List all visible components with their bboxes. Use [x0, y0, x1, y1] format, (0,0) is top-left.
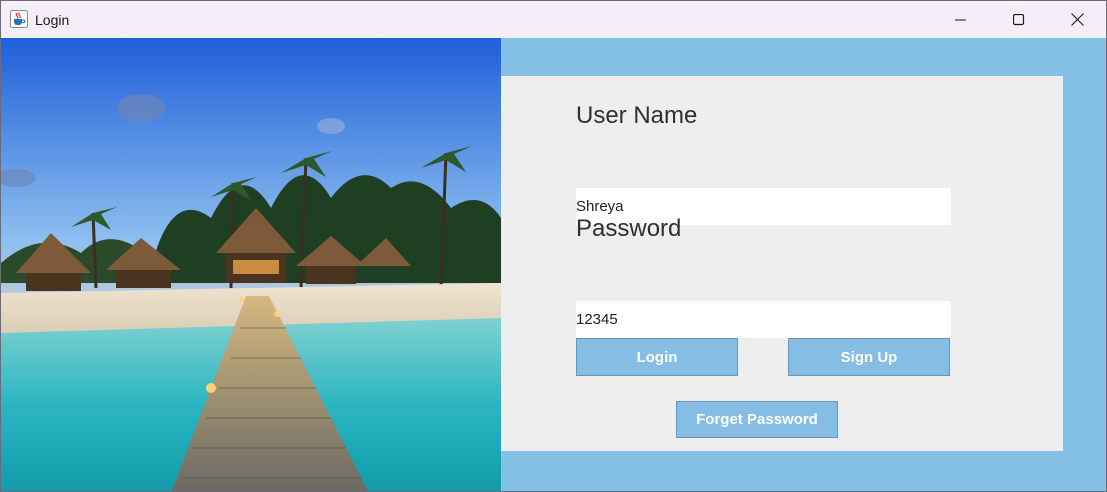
maximize-icon	[1013, 13, 1025, 25]
minimize-icon	[955, 19, 966, 20]
close-button[interactable]	[1048, 1, 1106, 38]
login-window: Login User Name Shreya Password 12345 Lo…	[0, 0, 1107, 492]
login-form-card: User Name Password Login Sign Up Forget …	[501, 76, 1063, 451]
close-icon	[1070, 13, 1084, 26]
username-label: User Name	[576, 102, 698, 129]
sign-up-button[interactable]: Sign Up	[788, 338, 950, 376]
login-button[interactable]: Login	[576, 338, 738, 376]
password-label: Password	[576, 215, 682, 242]
forget-password-button[interactable]: Forget Password	[676, 401, 838, 438]
login-panel: User Name Password Login Sign Up Forget …	[501, 38, 1106, 491]
maximize-button[interactable]	[990, 1, 1048, 38]
title-bar[interactable]: Login	[1, 1, 1106, 38]
password-input[interactable]	[576, 301, 951, 338]
tropical-beach-resort-image	[1, 38, 501, 491]
java-cup-icon	[10, 10, 28, 28]
minimize-button[interactable]	[932, 1, 990, 38]
window-title: Login	[35, 12, 70, 28]
